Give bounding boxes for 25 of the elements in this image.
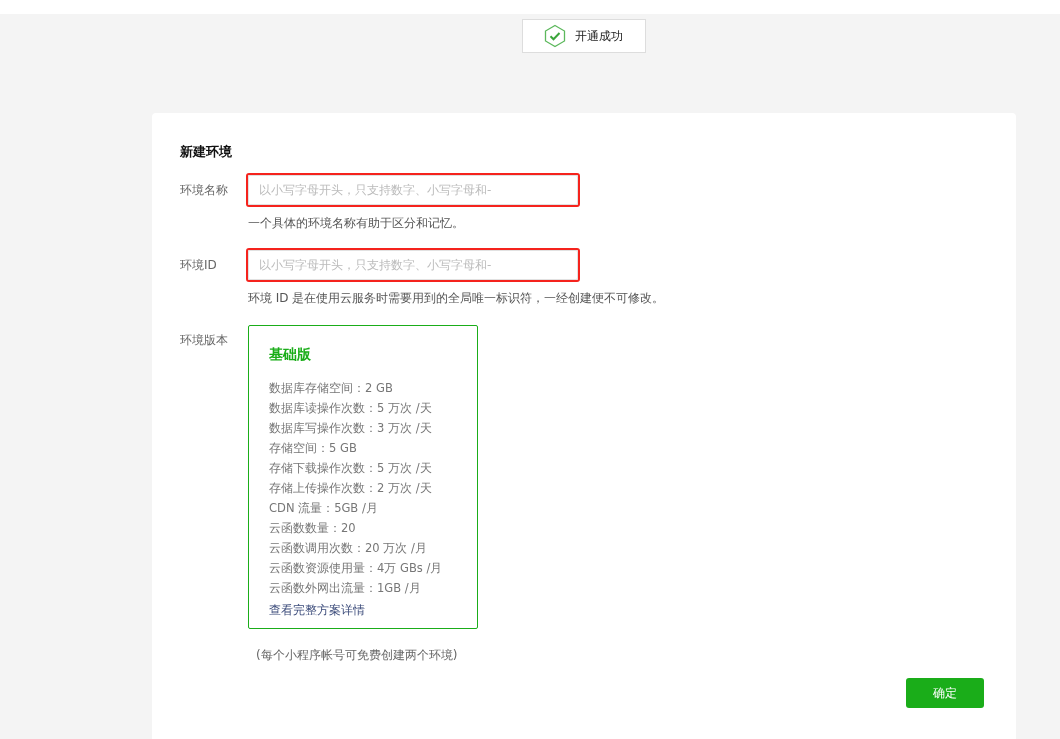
field-label: 环境ID [180, 257, 218, 274]
plan-name: 基础版 [269, 346, 312, 364]
plan-feature: 云函数资源使用量：4万 GBs /月 [269, 560, 444, 577]
field-label: 环境名称 [180, 182, 229, 199]
toast-text: 开通成功 [575, 27, 623, 45]
plan-feature: CDN 流量：5GB /月 [269, 500, 379, 517]
input-field[interactable]: 以小写字母开头，只支持数字、小写字母和- [248, 250, 578, 280]
plan-feature: 云函数外网出流量：1GB /月 [269, 580, 422, 597]
field-hint: 环境 ID 是在使用云服务时需要用到的全局唯一标识符，一经创建便不可修改。 [248, 290, 665, 307]
plan-feature: 数据库存储空间：2 GB [269, 380, 394, 397]
quota-note: (每个小程序帐号可免费创建两个环境) [256, 647, 459, 664]
plan-feature: 存储上传操作次数：2 万次 /天 [269, 480, 433, 497]
plan-feature: 数据库读操作次数：5 万次 /天 [269, 400, 433, 417]
plan-card[interactable]: 基础版 数据库存储空间：2 GB 数据库读操作次数：5 万次 /天 数据库写操作次数：3 万次 /天 存储空间：5 GB 存储下载操作次数：5 万次 /天 存储上传操作次数：2 万次 /天 CDN 流量：5GB /月 云函数数量：20 云函数调用次数：20 万次 /月 云函数资源使用量：4万 GBs /月 云函数外网出流量：1GB /月 查看完整方案详情 [248, 325, 478, 629]
check-hexagon-icon [543, 24, 567, 48]
plan-details-link[interactable]: 查看完整方案详情 [269, 598, 457, 622]
form-title: 新建环境 [180, 143, 233, 161]
plan-feature: 存储下载操作次数：5 万次 /天 [269, 460, 433, 477]
field-hint: 一个具体的环境名称有助于区分和记忆。 [248, 215, 465, 232]
plan-feature: 数据库写操作次数：3 万次 /天 [269, 420, 433, 437]
input-field[interactable]: 以小写字母开头，只支持数字、小写字母和- [248, 175, 578, 205]
plan-feature: 云函数调用次数：20 万次 /月 [269, 540, 428, 557]
plan-feature: 云函数数量：20 [269, 520, 357, 537]
plan-feature: 存储空间：5 GB [269, 440, 358, 457]
field-label: 环境版本 [180, 332, 229, 349]
